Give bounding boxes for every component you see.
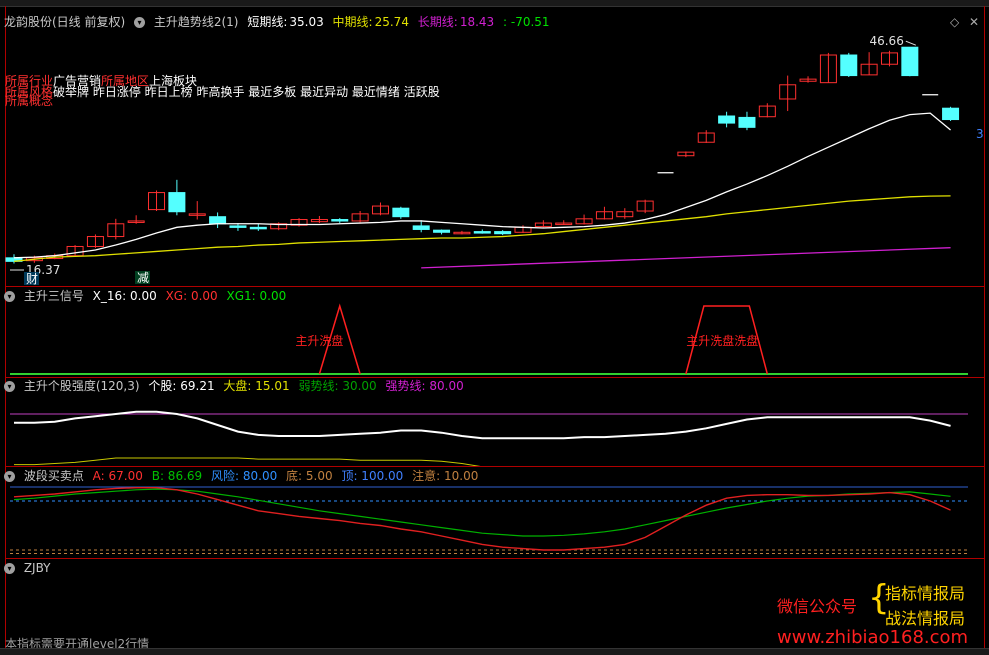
watermark-url: www.zhibiao168.com [777,627,969,648]
marker-cai: 财 [26,272,38,286]
signal-label-2: 主升洗盘洗盘 [686,333,758,348]
marker-jian: 减 [137,271,149,285]
market-strength-line [14,457,481,466]
high-price-label: 46.66 [869,34,903,48]
stock-strength-line [14,410,951,440]
mid-term-line [13,195,951,263]
right-edge-label: 3 [976,127,984,141]
long-term-line [421,247,951,269]
separator-4 [5,558,984,559]
band-a-line [13,487,951,551]
candle-body [229,225,247,228]
watermark-wechat: 微信公众号 [777,597,858,616]
candlestick-chart[interactable]: 46.6616.37财 减3 [0,0,989,290]
candle-body [412,225,430,230]
zjby-header: ▾ ZJBY [4,561,56,575]
candle-body [392,207,410,218]
candle-body [433,229,451,233]
candle-body [901,46,919,77]
short-term-line [13,112,951,259]
watermark-line1: 指标情报局 [885,584,966,603]
band-chart[interactable] [0,467,989,559]
candle-body [840,54,858,77]
candle-body [494,231,512,235]
zjby-name[interactable]: ZJBY [24,561,51,575]
settings-circle-icon[interactable]: ▾ [4,563,15,574]
candle-body [473,231,491,234]
candle-body [209,216,227,225]
signal-label-1: 主升洗盘 [295,333,343,348]
candle-body [168,192,186,213]
candle-body [718,115,736,124]
strength-chart[interactable] [0,378,989,466]
candle-body [331,219,349,222]
signal-chart[interactable]: 主升洗盘 主升洗盘洗盘 [0,287,989,378]
high-price-arrow [905,40,917,46]
band-b-line [13,488,951,537]
candle-body [942,107,960,121]
watermark-line2: 战法情报局 [885,609,966,628]
candle-body [738,116,756,128]
candle-body [249,226,267,230]
